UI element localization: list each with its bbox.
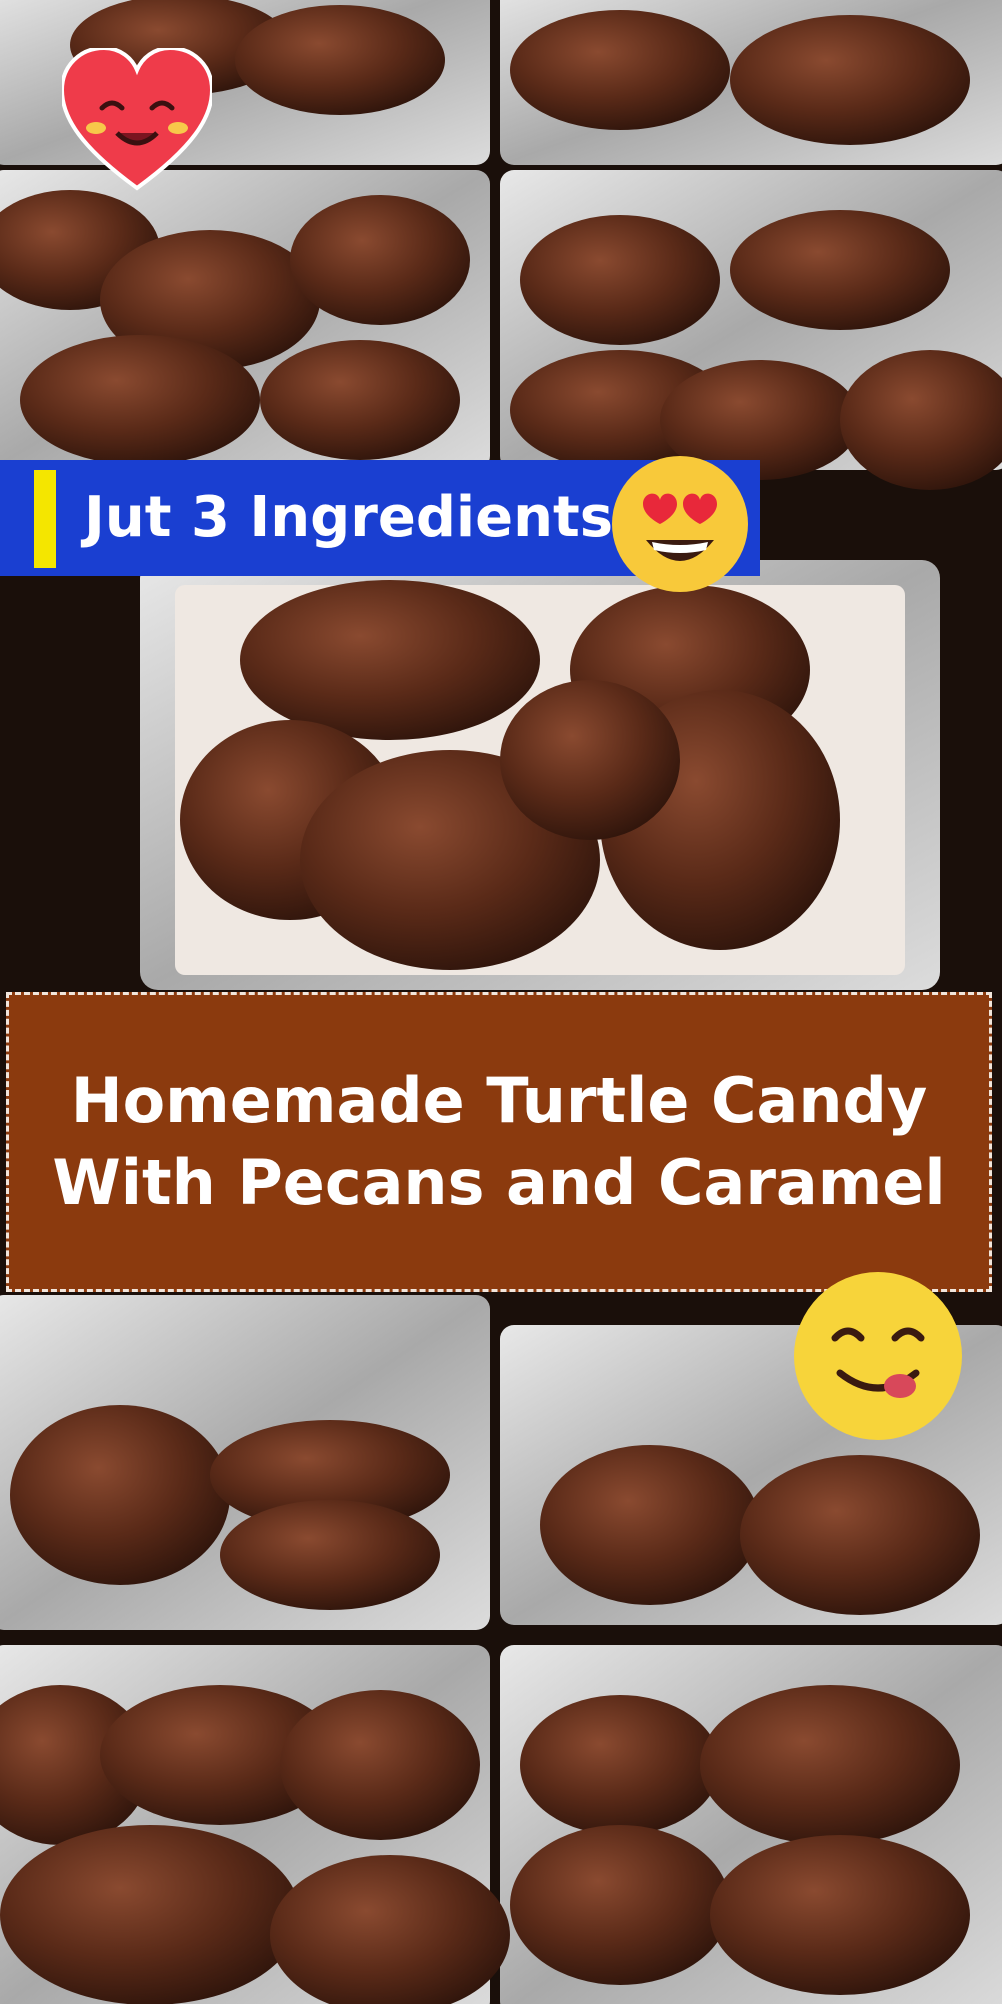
banner-text: Jut 3 Ingredients [84, 485, 614, 550]
yum-face-emoji-icon [790, 1268, 966, 1444]
recipe-title-box: Homemade Turtle Candy With Pecans and Ca… [6, 992, 992, 1292]
title-line-2: With Pecans and Caramel [52, 1146, 946, 1219]
banner-accent-bar [34, 470, 56, 568]
recipe-pin: Jut 3 Ingredients Homemade Turtle Candy … [0, 0, 1002, 2004]
heart-face-icon [59, 45, 215, 196]
heart-eyes-emoji-icon [608, 452, 752, 596]
title-line-1: Homemade Turtle Candy [70, 1064, 928, 1137]
